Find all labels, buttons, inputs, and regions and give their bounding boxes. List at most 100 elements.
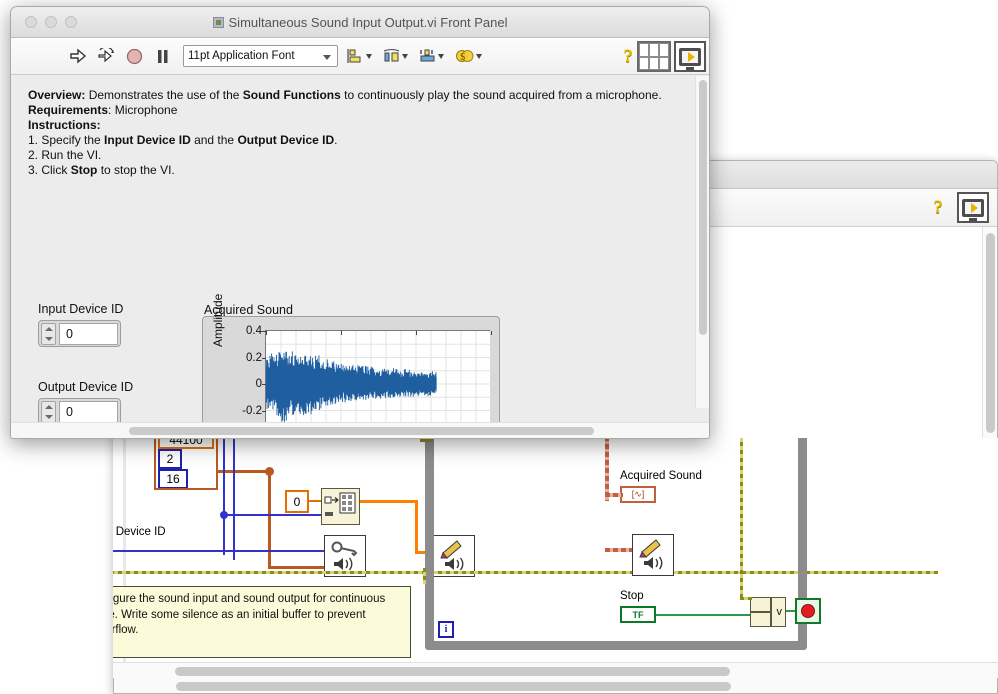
front-panel-window[interactable]: Simultaneous Sound Input Output.vi Front…: [10, 6, 710, 439]
overview-text-2: to continuously play the sound acquired …: [340, 88, 662, 102]
sound-output-write-icon: [639, 539, 663, 570]
instruction-step-2: 2. Run the VI.: [28, 148, 102, 162]
graph-y-tick-label: 0.2: [246, 351, 262, 364]
vi-front-panel-icon: [212, 16, 224, 28]
instruction-step-1: 1. Specify the Input Device ID and the O…: [28, 133, 338, 147]
wire-brown-vertical: [268, 470, 271, 568]
graph-y-tick-label: 0.4: [246, 325, 262, 337]
instructions-heading: Instructions:: [28, 118, 101, 132]
graph-y-axis-label: Amplitude: [211, 293, 225, 347]
scrollbar-thumb[interactable]: [699, 80, 707, 335]
label-input-device-id: Input Device ID: [38, 302, 124, 316]
chevron-down-icon[interactable]: [323, 55, 331, 60]
terminal-stop[interactable]: TF: [620, 606, 656, 623]
or-divider: [770, 597, 772, 627]
scrollbar-thumb[interactable]: [129, 427, 594, 435]
block-diagram-horizontal-scrollbar-lower[interactable]: [113, 662, 998, 678]
font-select[interactable]: 11pt Application Font: [183, 45, 338, 67]
graph-y-tick-label: -0.2: [242, 404, 262, 417]
front-panel-titlebar[interactable]: Simultaneous Sound Input Output.vi Front…: [11, 7, 709, 38]
wire-blue-branch: [223, 514, 331, 516]
wire-error-inner-to-or: [740, 597, 752, 600]
block-diagram-left-region: 44100 2 16 0 Device ID gure the sound in…: [113, 438, 998, 678]
wire-devid-to-config: [113, 550, 324, 552]
show-block-diagram-icon[interactable]: [674, 41, 706, 72]
node-init-array[interactable]: [321, 488, 360, 525]
label-stop-terminal: Stop: [620, 590, 644, 602]
output-device-id-control[interactable]: 0: [38, 398, 121, 424]
const-zero[interactable]: 0: [285, 490, 309, 513]
grid-align-icon[interactable]: [637, 41, 671, 72]
wire-stop-to-or: [656, 614, 753, 616]
spinner-down-icon[interactable]: [44, 336, 53, 341]
pause-icon[interactable]: [151, 45, 173, 67]
overview-line: Overview: Demonstrates the use of the So…: [28, 88, 688, 103]
terminal-acquired-sound[interactable]: [∿]: [620, 486, 656, 503]
graph-plot-area[interactable]: 0.40.20-0.2-0.4 00.10.20.3: [242, 325, 492, 424]
object-arrange-group[interactable]: S: [347, 48, 482, 64]
front-panel-horizontal-scrollbar[interactable]: [11, 422, 709, 438]
initialize-array-icon: [324, 492, 356, 516]
reorder-objects-icon[interactable]: S: [455, 48, 482, 64]
node-iteration[interactable]: i: [438, 621, 454, 638]
graph-y-tick-mark: [262, 384, 266, 385]
cluster-border: [154, 438, 218, 490]
comment-configure[interactable]: Configure the sound input and sound outp…: [113, 586, 411, 658]
requirements-text: : Microphone: [108, 103, 178, 117]
label-acquired-sound: Acquired Sound: [620, 470, 702, 482]
run-arrow-icon[interactable]: [67, 45, 89, 67]
page-title: Simultaneous Sound Input Output.vi Front…: [228, 14, 508, 30]
resize-objects-icon[interactable]: [419, 48, 444, 64]
graph-x-tick-mark: [266, 331, 267, 335]
node-loop-stop[interactable]: [795, 598, 821, 624]
node-sound-output-write-2[interactable]: [632, 534, 674, 576]
instruction-step-3: 3. Click Stop to stop the VI.: [28, 163, 175, 177]
svg-text:S: S: [460, 52, 466, 63]
requirements-line: Requirements: Microphone: [28, 103, 688, 118]
wire-brown-junction: [265, 467, 274, 476]
spinner-up-icon[interactable]: [44, 326, 53, 331]
sound-output-configure-icon: [331, 541, 358, 571]
vi-description: Overview: Demonstrates the use of the So…: [28, 88, 688, 178]
overview-bold: Sound Functions: [242, 88, 341, 102]
wire-acquired-to-write: [605, 548, 635, 552]
show-front-panel-icon[interactable]: [957, 192, 989, 223]
close-button[interactable]: [25, 16, 37, 28]
block-diagram-horizontal-scrollbar[interactable]: [114, 677, 997, 693]
spinner-up-icon[interactable]: [44, 404, 53, 409]
distribute-objects-icon[interactable]: [383, 48, 408, 64]
wire-blue-vert-1: [223, 438, 225, 555]
input-device-id-control[interactable]: 0: [38, 320, 121, 347]
front-panel-vertical-scrollbar[interactable]: [695, 76, 709, 408]
minimize-button[interactable]: [45, 16, 57, 28]
output-device-id-field[interactable]: 0: [59, 400, 118, 423]
output-device-id-stepper[interactable]: [41, 400, 56, 423]
context-help-icon[interactable]: ?: [934, 197, 944, 219]
front-panel-toolbar[interactable]: 11pt Application Font S ?: [11, 38, 709, 75]
zoom-button[interactable]: [65, 16, 77, 28]
wire-init-array-down: [415, 500, 418, 554]
input-device-id-stepper[interactable]: [41, 322, 56, 345]
wire-blue-vert-2: [233, 438, 235, 560]
font-select-value: 11pt Application Font: [188, 50, 295, 62]
wire-brown-to-config: [268, 566, 324, 569]
align-objects-icon[interactable]: [347, 48, 372, 64]
graph-x-tick-mark: [416, 331, 417, 335]
graph-x-tick-mark: [491, 331, 492, 335]
context-help-icon[interactable]: ?: [624, 46, 634, 68]
acquired-sound-graph[interactable]: Amplitude 0.40.20-0.2-0.4 00.10.20.3 Tim…: [202, 294, 500, 424]
input-device-id-field[interactable]: 0: [59, 322, 118, 345]
wire-zero-to-init: [309, 500, 321, 502]
scrollbar-thumb[interactable]: [176, 682, 731, 691]
graph-y-tick-mark: [262, 357, 266, 359]
wire-error-inner-right: [740, 438, 743, 600]
window-title-bar-text: Simultaneous Sound Input Output.vi Front…: [11, 15, 709, 30]
abort-execution-icon[interactable]: [123, 45, 145, 67]
scrollbar-thumb[interactable]: [986, 233, 995, 433]
graph-y-tick-mark: [262, 410, 266, 412]
spinner-down-icon[interactable]: [44, 414, 53, 419]
wire-blue-junction: [220, 511, 228, 519]
scrollbar-thumb[interactable]: [175, 667, 730, 676]
run-continuously-icon[interactable]: [95, 45, 117, 67]
window-traffic-lights[interactable]: [25, 16, 77, 28]
